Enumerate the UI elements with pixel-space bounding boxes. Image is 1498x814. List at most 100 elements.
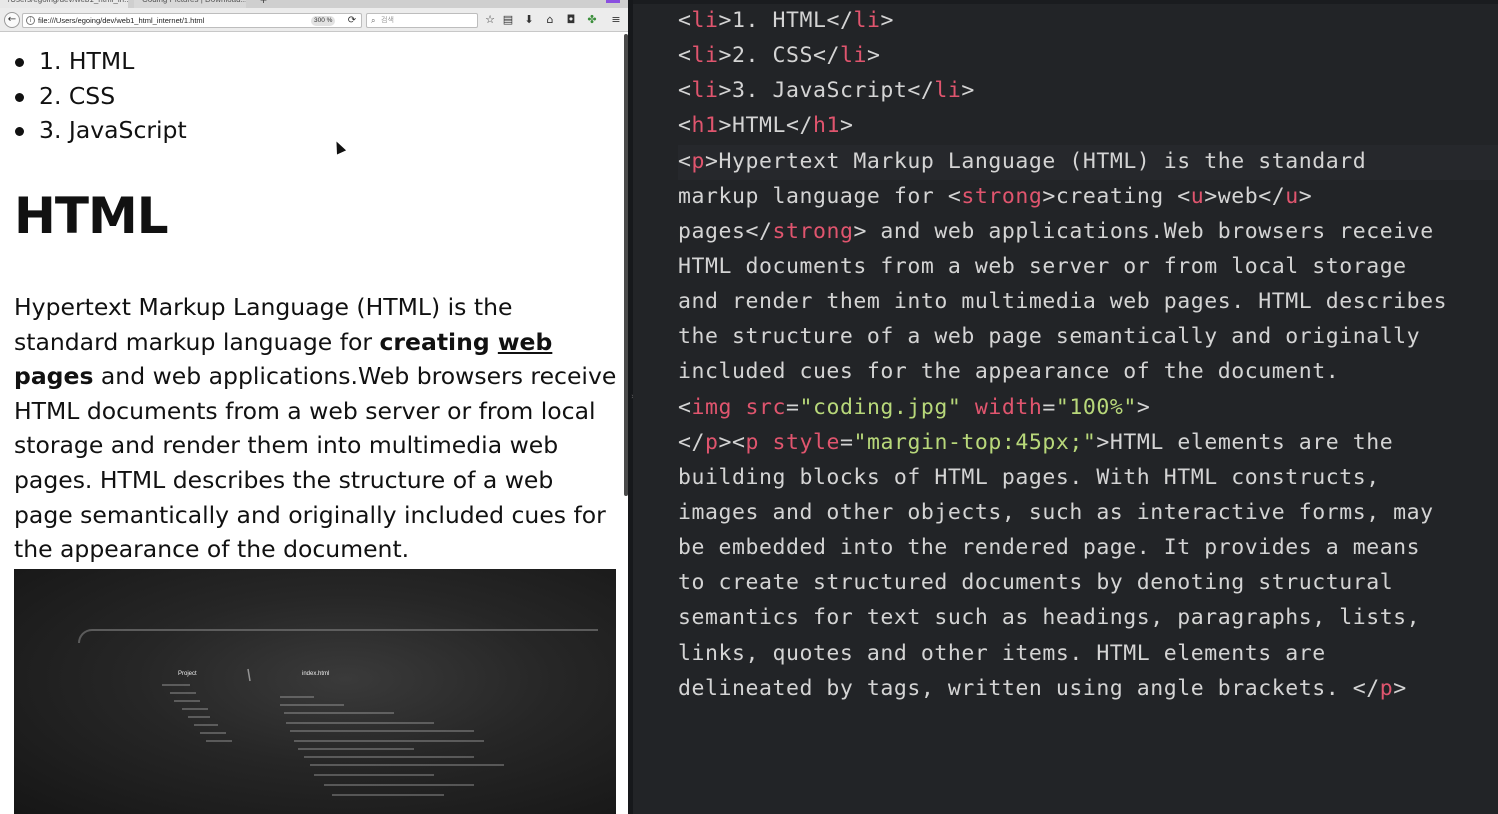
code-line[interactable]: <li>2. CSS</li> bbox=[678, 38, 1447, 73]
code-tag-name: h1 bbox=[812, 113, 840, 139]
code-line[interactable]: be embedded into the rendered page. It p… bbox=[678, 530, 1447, 565]
code-line[interactable]: delineated by tags, written using angle … bbox=[678, 671, 1447, 706]
code-line[interactable]: pages</strong> and web applications.Web … bbox=[678, 214, 1447, 249]
code-text: < bbox=[678, 394, 692, 420]
tab-coding-pictures[interactable]: Coding Pictures | Download... bbox=[134, 0, 246, 8]
code-attribute: style bbox=[772, 429, 840, 455]
window-accent bbox=[606, 0, 620, 3]
code-text: </ bbox=[678, 429, 705, 455]
url-text[interactable]: file:///Users/egoing/dev/web1_html_inter… bbox=[38, 14, 204, 28]
code-text: >HTML elements are the bbox=[1096, 429, 1394, 455]
code-line[interactable]: semantics for text such as headings, par… bbox=[678, 600, 1447, 635]
code-tag-name: p bbox=[705, 429, 719, 455]
code-text: included cues for the appearance of the … bbox=[678, 359, 1340, 385]
search-input[interactable]: 검색 bbox=[381, 14, 394, 28]
strong-space bbox=[490, 328, 498, 356]
paragraph-line: standard markup language for creating we… bbox=[14, 325, 616, 360]
pocket-icon[interactable]: ◘ bbox=[563, 12, 579, 28]
laptop-screen-code-lines bbox=[162, 668, 504, 796]
paragraph-line: HTML documents from a web server or from… bbox=[14, 396, 596, 425]
page-paragraph: Hypertext Markup Language (HTML) is the … bbox=[14, 290, 616, 567]
code-text: pages</ bbox=[678, 218, 773, 244]
code-line[interactable]: the structure of a web page semantically… bbox=[678, 319, 1447, 354]
bookmark-star-icon[interactable]: ☆ bbox=[482, 12, 498, 28]
code-line[interactable]: images and other objects, such as intera… bbox=[678, 495, 1447, 530]
code-editor[interactable]: <li>1. HTML</li> <li>2. CSS</li> <li>3. Ja… bbox=[633, 0, 1498, 814]
code-line[interactable]: and render them into multimedia web page… bbox=[678, 284, 1447, 319]
code-string: "100%" bbox=[1055, 394, 1137, 420]
code-text: to create structured documents by denoti… bbox=[678, 570, 1394, 596]
code-line[interactable]: links, quotes and other items. HTML elem… bbox=[678, 636, 1447, 671]
code-text: and render them into multimedia web page… bbox=[678, 289, 1448, 315]
coding-photo: Project index.html bbox=[14, 569, 616, 814]
code-attribute: src bbox=[745, 394, 786, 420]
code-tag-name: strong bbox=[772, 218, 854, 244]
code-text: >HTML</ bbox=[718, 113, 813, 139]
code-line[interactable]: markup language for <strong>creating <u>… bbox=[678, 179, 1447, 214]
code-text: > bbox=[866, 43, 881, 69]
list-item-javascript: 3. JavaScript bbox=[14, 113, 187, 148]
code-tag-name: li bbox=[934, 78, 962, 104]
code-text: delineated by tags, written using angle … bbox=[678, 675, 1380, 701]
code-tag-name: strong bbox=[961, 183, 1043, 209]
code-line[interactable]: included cues for the appearance of the … bbox=[678, 354, 1447, 389]
code-line[interactable]: building blocks of HTML pages. With HTML… bbox=[678, 460, 1447, 495]
code-string: "coding.jpg" bbox=[799, 394, 962, 420]
reading-list-icon[interactable]: ▤ bbox=[500, 12, 516, 28]
code-line[interactable]: <li>3. JavaScript</li> bbox=[678, 73, 1447, 108]
code-line[interactable]: <li>1. HTML</li> bbox=[678, 3, 1447, 38]
tab-local-file[interactable]: /Users/egoing/dev/web1_html_in... bbox=[0, 0, 128, 8]
code-tag-name: li bbox=[691, 78, 719, 104]
code-line[interactable]: <img src="coding.jpg" width="100%"> bbox=[678, 390, 1447, 425]
hamburger-menu-icon[interactable]: ≡ bbox=[608, 12, 624, 28]
code-text: > bbox=[839, 113, 854, 139]
info-icon[interactable]: i bbox=[26, 16, 35, 25]
code-line[interactable]: HTML documents from a web server or from… bbox=[678, 249, 1447, 284]
code-line[interactable]: <p>Hypertext Markup Language (HTML) is t… bbox=[678, 144, 1447, 179]
code-tag-name: h1 bbox=[691, 113, 719, 139]
code-line[interactable]: to create structured documents by denoti… bbox=[678, 565, 1447, 600]
download-icon[interactable]: ⬇ bbox=[521, 12, 537, 28]
code-text: images and other objects, such as intera… bbox=[678, 499, 1434, 525]
code-text: >web</ bbox=[1204, 183, 1286, 209]
paragraph-line: the appearance of the document. bbox=[14, 535, 410, 564]
browser-window: /Users/egoing/dev/web1_html_in... Coding… bbox=[0, 0, 628, 814]
code-tag-name: p bbox=[745, 429, 759, 455]
code-text: >creating < bbox=[1042, 183, 1191, 209]
code-text: < bbox=[678, 78, 692, 104]
code-line[interactable]: </p><p style="margin-top:45px;">HTML ele… bbox=[678, 425, 1447, 460]
code-text: < bbox=[678, 148, 692, 174]
code-text: > bbox=[1393, 675, 1407, 701]
extension-icon[interactable]: ✤ bbox=[584, 12, 600, 28]
code-tag-name: p bbox=[691, 148, 705, 174]
mouse-cursor-icon bbox=[331, 139, 347, 155]
paragraph-line: page semantically and originally include… bbox=[14, 500, 606, 529]
search-bar[interactable]: ⌕ 검색 bbox=[366, 13, 478, 28]
code-text: > bbox=[880, 8, 894, 33]
new-tab-button[interactable]: + bbox=[256, 0, 276, 8]
paragraph-text: standard markup language for bbox=[14, 327, 380, 356]
home-icon[interactable]: ⌂ bbox=[542, 12, 558, 28]
code-text: links, quotes and other items. HTML elem… bbox=[678, 640, 1326, 666]
code-text: >3. JavaScript</ bbox=[718, 78, 935, 104]
code-content[interactable]: <li>1. HTML</li> <li>2. CSS</li> <li>3. Ja… bbox=[678, 3, 1447, 706]
paragraph-text: and web applications.Web browsers receiv… bbox=[93, 362, 617, 391]
code-text: < bbox=[678, 8, 692, 33]
code-text: > bbox=[961, 78, 975, 104]
code-text: markup language for < bbox=[678, 183, 962, 209]
code-text: be embedded into the rendered page. It p… bbox=[678, 535, 1421, 561]
code-tag-name: p bbox=[1379, 675, 1394, 701]
reload-icon[interactable]: ⟳ bbox=[345, 14, 359, 28]
code-text: = bbox=[1042, 394, 1056, 420]
code-text: > and web applications.Web browsers rece… bbox=[853, 218, 1434, 244]
paragraph-line: pages. HTML describes the structure of a… bbox=[14, 465, 554, 494]
list-item-css: 2. CSS bbox=[14, 79, 187, 114]
strong-pages: pages bbox=[14, 362, 94, 391]
code-string: "margin-top:45px;" bbox=[853, 429, 1097, 455]
back-arrow-icon[interactable]: ← bbox=[4, 12, 20, 28]
zoom-level-badge[interactable]: 300 % bbox=[311, 16, 336, 26]
code-line[interactable]: <h1>HTML</h1> bbox=[678, 108, 1447, 143]
nav-list: 1. HTML 2. CSS 3. JavaScript bbox=[14, 44, 187, 148]
address-bar[interactable]: i file:///Users/egoing/dev/web1_html_int… bbox=[22, 13, 362, 28]
